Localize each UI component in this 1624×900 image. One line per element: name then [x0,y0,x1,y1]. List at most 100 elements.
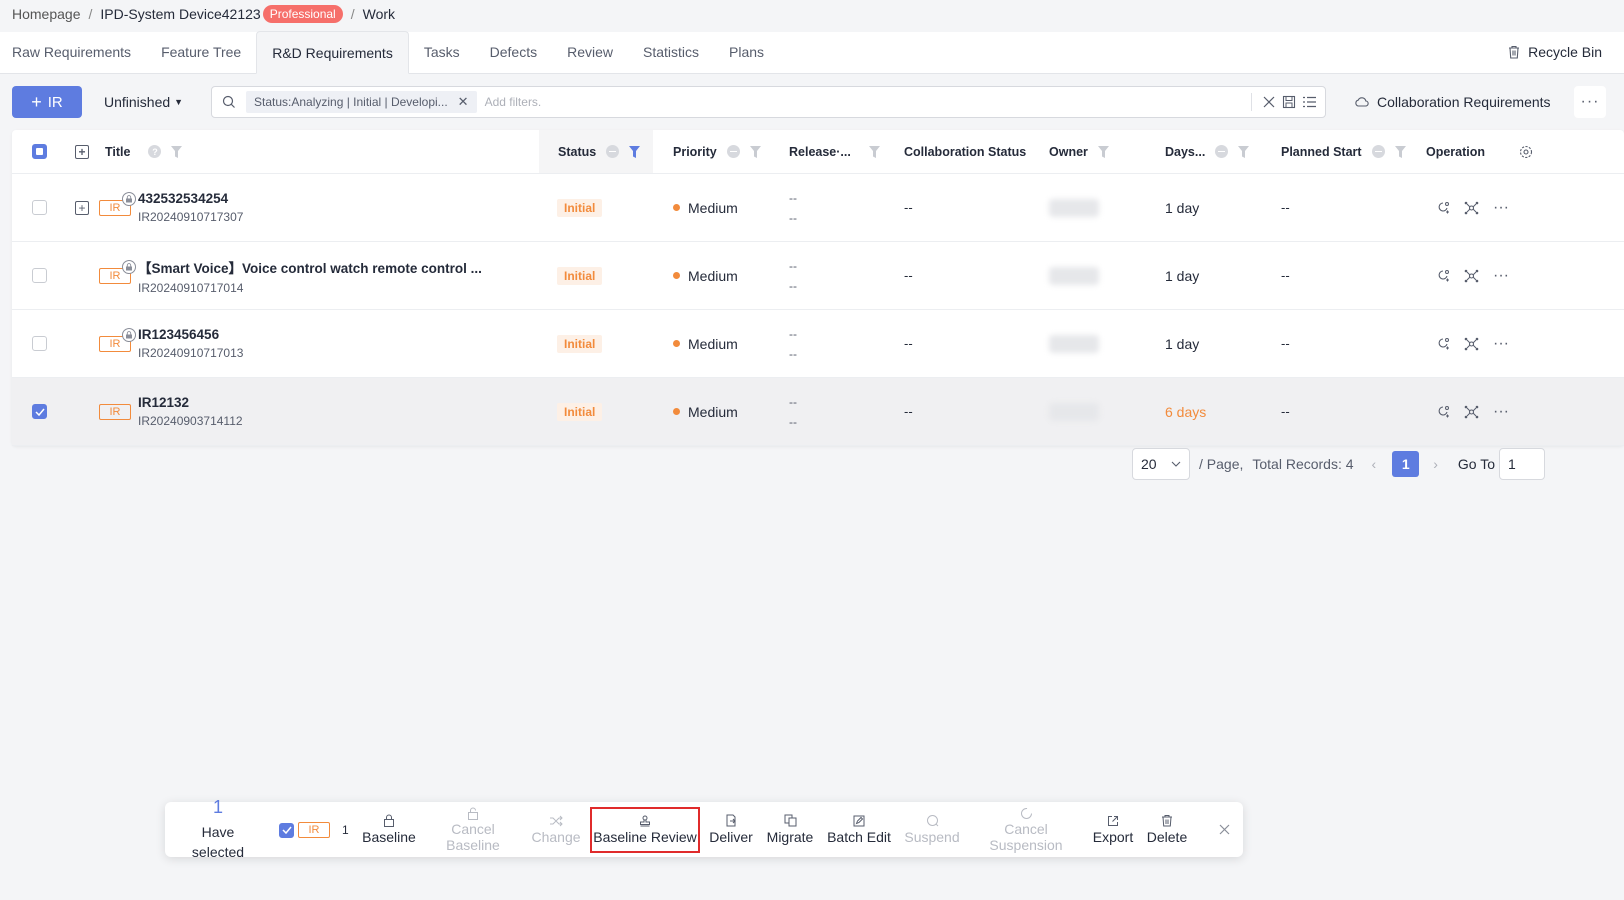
delete-button[interactable]: Delete [1145,802,1189,857]
create-ir-button[interactable]: + IR [12,86,82,118]
cancel-suspension-button[interactable]: Cancel Suspension [985,802,1067,857]
migrate-button[interactable]: Migrate [765,802,815,857]
toolbar: + IR Unfinished ▼ Status:Analyzing | Ini… [12,86,1624,118]
requirement-title[interactable]: IR123456456 [138,327,243,342]
requirement-title[interactable]: 【Smart Voice】Voice control watch remote … [138,257,482,277]
table-row[interactable]: + IR 432532534254 IR20240910717307 Initi… [12,174,1624,242]
view-selector[interactable]: Unfinished ▼ [104,94,183,110]
status-badge[interactable]: Initial [557,266,603,285]
filter-icon[interactable] [1238,145,1250,158]
migrate-label: Migrate [766,829,814,845]
settings-icon[interactable] [1519,145,1533,159]
tab-tasks[interactable]: Tasks [409,31,475,73]
filter-icon[interactable] [749,145,761,158]
filter-box[interactable]: Status:Analyzing | Initial | Developi...… [211,86,1326,118]
save-icon[interactable] [1282,95,1296,109]
priority-cell[interactable]: Medium [673,378,738,445]
expand-row-icon[interactable]: + [75,200,89,215]
tab-raw-requirements[interactable]: Raw Requirements [0,31,146,73]
page-number-current[interactable]: 1 [1392,451,1420,477]
priority-cell[interactable]: Medium [673,310,738,377]
header-planned-start: Planned Start [1281,130,1406,173]
filter-icon[interactable] [1394,145,1406,158]
status-badge[interactable]: Initial [557,198,603,217]
project-name[interactable]: IPD-System Device42123 [100,6,260,22]
filter-input[interactable]: Add filters. [485,95,542,109]
chevron-left-icon[interactable]: ‹ [1372,456,1377,472]
link-icon[interactable] [1436,405,1450,419]
more-icon[interactable]: ··· [1493,403,1509,421]
requirement-title[interactable]: IR12132 [138,395,243,410]
link-icon[interactable] [1436,269,1450,283]
requirement-title[interactable]: 432532534254 [138,191,243,206]
expand-all-icon[interactable]: + [75,144,89,159]
chevron-down-icon [1171,461,1181,467]
table-row[interactable]: IR 【Smart Voice】Voice control watch remo… [12,242,1624,310]
link-icon[interactable] [1436,337,1450,351]
list-icon[interactable] [1302,95,1317,109]
batch-operations-bar: 1 Have selected IR 1 Baseline Cancel Bas… [165,798,1243,860]
recycle-bin-button[interactable]: Recycle Bin [1507,44,1602,60]
baseline-button[interactable]: Baseline [361,802,417,857]
more-icon[interactable]: ··· [1493,335,1509,353]
table-row[interactable]: IR IR123456456 IR20240910717013 Initial … [12,310,1624,378]
sort-icon[interactable] [1371,145,1385,158]
tab-defects[interactable]: Defects [475,31,552,73]
export-button[interactable]: Export [1089,802,1137,857]
select-all-checkbox[interactable] [32,144,47,159]
deliver-button[interactable]: Deliver [706,802,756,857]
graph-icon[interactable] [1464,201,1479,215]
clear-icon[interactable] [1262,95,1276,109]
row-checkbox[interactable] [32,404,47,419]
graph-icon[interactable] [1464,405,1479,419]
owner-avatar[interactable] [1049,402,1099,421]
priority-cell[interactable]: Medium [673,174,738,241]
priority-cell[interactable]: Medium [673,242,738,309]
filter-icon[interactable] [1097,145,1109,158]
type-checkbox[interactable] [279,822,294,838]
filter-icon[interactable] [171,145,183,158]
status-badge[interactable]: Initial [557,334,603,353]
table-row[interactable]: IR IR12132 IR20240903714112 Initial Medi… [12,378,1624,446]
chevron-right-icon[interactable]: › [1433,456,1438,472]
filter-icon[interactable] [868,145,880,158]
requirement-id: IR20240910717014 [138,280,244,295]
page-size-select[interactable]: 20 [1132,448,1190,480]
row-checkbox[interactable] [32,200,47,215]
breadcrumb-project[interactable]: IPD-System Device42123 Professional [100,5,343,23]
filter-active-icon[interactable] [629,145,641,158]
sort-icon[interactable] [726,145,740,158]
breadcrumb-home[interactable]: Homepage [12,6,81,22]
status-badge[interactable]: Initial [557,402,603,421]
link-icon[interactable] [1436,201,1450,215]
tab-review[interactable]: Review [552,31,628,73]
more-icon[interactable]: ··· [1493,267,1509,285]
close-icon[interactable]: ✕ [458,94,469,110]
cancel-baseline-button[interactable]: Cancel Baseline [443,802,503,857]
change-button[interactable]: Change [529,802,583,857]
batch-edit-button[interactable]: Batch Edit [825,802,893,857]
collaboration-requirements-button[interactable]: Collaboration Requirements [1354,86,1551,118]
graph-icon[interactable] [1464,269,1479,283]
tab-statistics[interactable]: Statistics [628,31,714,73]
more-icon[interactable]: ··· [1493,199,1509,217]
tab-feature-tree[interactable]: Feature Tree [146,31,256,73]
graph-icon[interactable] [1464,337,1479,351]
priority-label: Medium [688,403,738,420]
release-value: -- [789,258,797,273]
close-batch-bar-button[interactable] [1213,802,1235,857]
more-button[interactable]: ··· [1574,86,1606,118]
owner-avatar[interactable] [1049,198,1099,217]
owner-avatar[interactable] [1049,334,1099,353]
sort-icon[interactable] [1215,145,1229,158]
row-checkbox[interactable] [32,336,47,351]
suspend-button[interactable]: Suspend [902,802,962,857]
owner-avatar[interactable] [1049,266,1099,285]
filter-chip-status[interactable]: Status:Analyzing | Initial | Developi...… [246,91,477,113]
tab-plans[interactable]: Plans [714,31,779,73]
row-checkbox[interactable] [32,268,47,283]
goto-page-input[interactable]: 1 [1499,448,1545,480]
tab-rd-requirements[interactable]: R&D Requirements [256,31,409,74]
baseline-review-button[interactable]: Baseline Review [590,807,700,853]
sort-icon[interactable] [606,145,620,158]
